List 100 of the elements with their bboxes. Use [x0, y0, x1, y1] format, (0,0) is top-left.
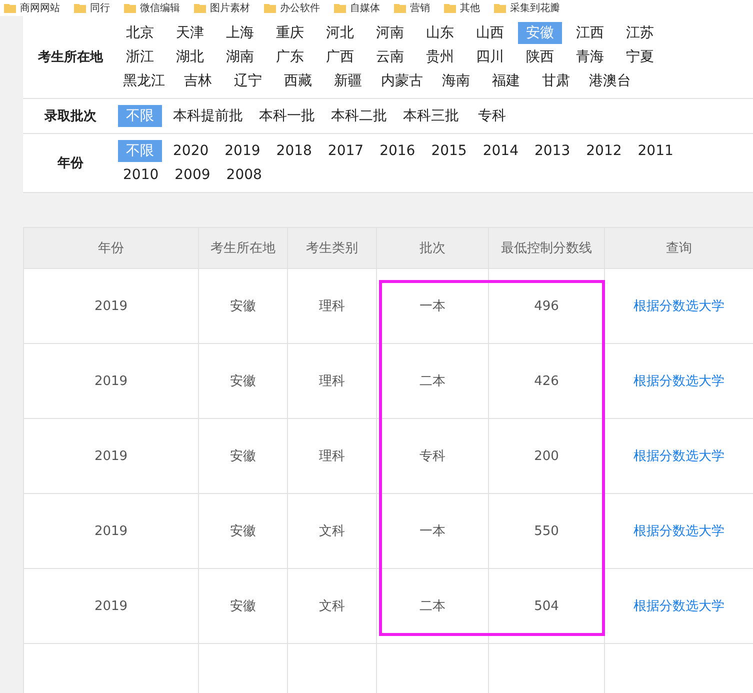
table-cell: 专科 [376, 418, 488, 494]
folder-icon [124, 3, 136, 13]
filter-label: 年份 [56, 155, 84, 172]
filter-option[interactable]: 湖南 [218, 46, 262, 68]
filter-option[interactable]: 广东 [268, 46, 312, 68]
filter-option[interactable]: 吉林 [176, 70, 220, 92]
filter-option[interactable]: 山东 [418, 22, 462, 44]
table-cell: 2019 [24, 344, 198, 418]
column-header: 考生类别 [288, 228, 376, 268]
filter-option[interactable]: 北京 [118, 22, 162, 44]
filter-option[interactable]: 浙江 [118, 46, 162, 68]
filter-option[interactable]: 2009 [170, 164, 216, 186]
table-cell: 2019 [24, 568, 198, 644]
table-cell: 理科 [288, 418, 376, 494]
table-cell: 安徽 [198, 568, 288, 644]
filter-option[interactable]: 山西 [468, 22, 512, 44]
bookmark-link[interactable]: 营销 [394, 1, 430, 15]
folder-icon [4, 3, 16, 13]
bookmark-link[interactable]: 其他 [444, 1, 480, 15]
filter-option[interactable]: 专科 [470, 105, 514, 127]
filter-option[interactable]: 2013 [529, 140, 576, 162]
filter-option[interactable]: 陕西 [518, 46, 562, 68]
folder-icon [74, 3, 86, 13]
filter-option[interactable]: 江西 [568, 22, 612, 44]
filter-option[interactable]: 2012 [581, 140, 627, 162]
filter-option[interactable]: 2008 [221, 164, 267, 186]
bookmark-link[interactable]: 采集到花瓣 [494, 1, 560, 15]
filter-option[interactable]: 广西 [318, 46, 362, 68]
filter-option[interactable]: 2014 [478, 140, 524, 162]
filter-label: 考生所在地 [37, 49, 104, 66]
table-cell: 2019 [24, 268, 198, 344]
table-cell: 二本 [376, 568, 488, 644]
table-cell: 二本 [376, 344, 488, 418]
filter-option[interactable]: 宁夏 [618, 46, 662, 68]
table-cell: 2019 [24, 494, 198, 568]
filter-option[interactable]: 上海 [218, 22, 262, 44]
bookmark-link[interactable]: 自媒体 [334, 1, 380, 15]
filter-option[interactable]: 本科一批 [254, 105, 320, 127]
select-university-link[interactable]: 根据分数选大学 [634, 599, 724, 614]
table-cell: 文科 [288, 494, 376, 568]
folder-icon [264, 3, 276, 13]
filter-option[interactable]: 海南 [434, 70, 478, 92]
select-university-link[interactable]: 根据分数选大学 [634, 299, 724, 314]
filter-option[interactable]: 贵州 [418, 46, 462, 68]
filter-option[interactable]: 2017 [322, 140, 369, 162]
filter-option[interactable]: 港澳台 [584, 70, 636, 92]
column-header: 考生所在地 [198, 228, 288, 268]
folder-icon [394, 3, 406, 13]
filter-option[interactable]: 本科三批 [398, 105, 464, 127]
filter-option[interactable]: 湖北 [168, 46, 212, 68]
filter-option[interactable]: 河北 [318, 22, 362, 44]
filter-option[interactable]: 黑龙江 [118, 70, 170, 92]
filter-option[interactable]: 四川 [468, 46, 512, 68]
filter-option[interactable]: 重庆 [268, 22, 312, 44]
table-cell: 安徽 [198, 418, 288, 494]
folder-icon [444, 3, 456, 13]
filter-option[interactable]: 内蒙古 [376, 70, 428, 92]
table-cell: 理科 [288, 344, 376, 418]
bookmark-link[interactable]: 同行 [74, 1, 110, 15]
table-cell: 安徽 [198, 268, 288, 344]
column-header: 查询 [604, 228, 753, 268]
filter-option[interactable]: 2019 [220, 140, 266, 162]
bookmark-link[interactable]: 商网网站 [4, 1, 60, 15]
filter-option[interactable]: 江苏 [618, 22, 662, 44]
column-header: 年份 [24, 228, 198, 268]
filter-option[interactable]: 辽宁 [226, 70, 270, 92]
column-header: 批次 [376, 228, 488, 268]
filter-option[interactable]: 2018 [271, 140, 317, 162]
select-university-link[interactable]: 根据分数选大学 [634, 524, 724, 539]
filter-option[interactable]: 2016 [374, 140, 420, 162]
folder-icon [494, 3, 506, 13]
select-university-link[interactable]: 根据分数选大学 [634, 449, 724, 464]
folder-icon [194, 3, 206, 13]
filter-option[interactable]: 西藏 [276, 70, 320, 92]
filter-option[interactable]: 青海 [568, 46, 612, 68]
filter-option[interactable]: 新疆 [326, 70, 370, 92]
filter-option[interactable]: 2011 [632, 140, 678, 162]
filter-label: 录取批次 [44, 108, 98, 125]
folder-icon [334, 3, 346, 13]
bookmark-link[interactable]: 图片素材 [194, 1, 250, 15]
filter-option[interactable]: 云南 [368, 46, 412, 68]
filter-option[interactable]: 本科提前批 [168, 105, 248, 127]
filter-option[interactable]: 福建 [484, 70, 528, 92]
filter-option[interactable]: 甘肃 [534, 70, 578, 92]
table-cell: 496 [488, 268, 604, 344]
table-cell: 一本 [376, 268, 488, 344]
bookmark-link[interactable]: 微信编辑 [124, 1, 180, 15]
filter-option[interactable]: 2010 [118, 164, 164, 186]
table-cell: 2019 [24, 418, 198, 494]
filter-option[interactable]: 本科二批 [326, 105, 392, 127]
filter-option[interactable]: 天津 [168, 22, 212, 44]
filter-option[interactable]: 2020 [168, 140, 214, 162]
select-university-link[interactable]: 根据分数选大学 [634, 374, 724, 389]
filter-option[interactable]: 2015 [426, 140, 472, 162]
column-header: 最低控制分数线 [488, 228, 604, 268]
bookmark-link[interactable]: 办公软件 [264, 1, 320, 15]
filter-option[interactable]: 河南 [368, 22, 412, 44]
table-cell: 安徽 [198, 494, 288, 568]
table-cell: 文科 [288, 568, 376, 644]
table-cell: 一本 [376, 494, 488, 568]
